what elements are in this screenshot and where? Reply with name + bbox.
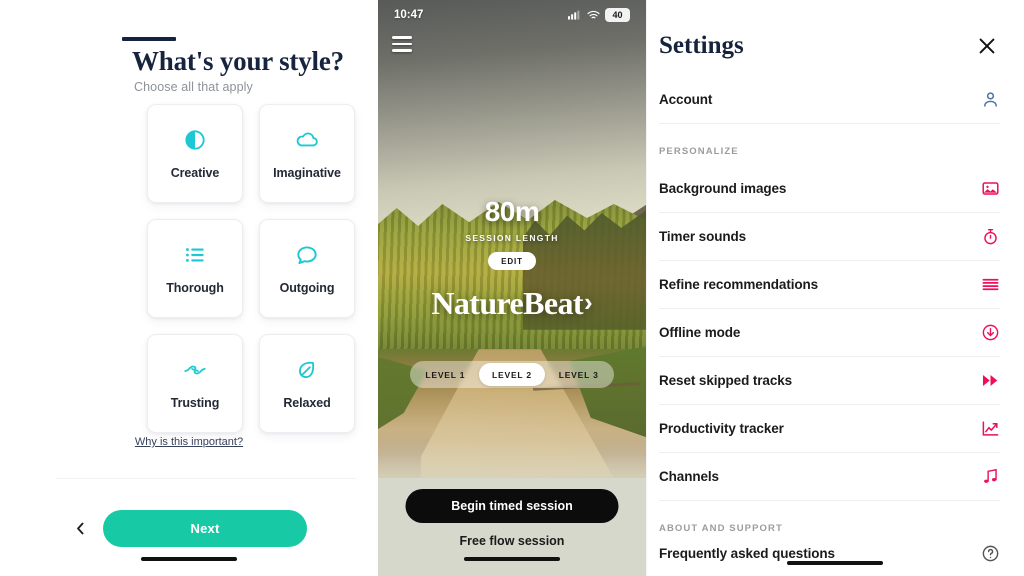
- style-option-label: Thorough: [166, 281, 224, 295]
- status-bar: 10:47 40: [378, 0, 646, 30]
- level-option-2[interactable]: LEVEL 2: [478, 363, 546, 386]
- status-indicators: 40: [568, 8, 630, 22]
- page-title: What's your style?: [132, 46, 344, 76]
- settings-item-refine-recommendations[interactable]: Refine recommendations: [659, 261, 1000, 309]
- style-option-outgoing[interactable]: Outgoing: [259, 219, 355, 318]
- chart-line-icon: [981, 419, 1000, 438]
- settings-title: Settings: [659, 32, 744, 59]
- download-circle-icon: [981, 323, 1000, 342]
- style-option-creative[interactable]: Creative: [147, 104, 243, 203]
- stopwatch-icon: [981, 227, 1000, 246]
- style-option-grid: Creative Imaginative Thorough Outgoing T…: [147, 104, 355, 433]
- level-option-1[interactable]: LEVEL 1: [412, 363, 479, 386]
- session-info: 80m SESSION LENGTH EDIT: [378, 198, 646, 270]
- session-length-label: SESSION LENGTH: [465, 233, 559, 243]
- accent-rule: [122, 37, 176, 41]
- style-option-label: Relaxed: [283, 396, 331, 410]
- hamburger-menu-icon[interactable]: [392, 36, 412, 52]
- chevron-right-icon: ›: [583, 287, 593, 317]
- style-selection-panel: What's your style? Choose all that apply…: [0, 0, 378, 576]
- level-option-3[interactable]: LEVEL 3: [545, 363, 612, 386]
- settings-item-label: Reset skipped tracks: [659, 373, 793, 388]
- app-screenshot: What's your style? Choose all that apply…: [0, 0, 1024, 576]
- level-selector[interactable]: LEVEL 1 LEVEL 2 LEVEL 3: [410, 361, 614, 388]
- photo-fade: [378, 442, 646, 478]
- fast-forward-icon: [981, 371, 1000, 390]
- settings-section-about-and-support: ABOUT AND SUPPORT: [659, 523, 783, 534]
- style-option-label: Imaginative: [273, 166, 341, 180]
- settings-item-reset-skipped-tracks[interactable]: Reset skipped tracks: [659, 357, 1000, 405]
- edit-session-button[interactable]: EDIT: [488, 252, 536, 270]
- settings-item-account[interactable]: Account: [659, 76, 1000, 124]
- chevron-left-icon[interactable]: [71, 518, 89, 540]
- style-option-thorough[interactable]: Thorough: [147, 219, 243, 318]
- contrast-circle-icon: [182, 127, 208, 153]
- person-icon: [981, 90, 1000, 109]
- home-indicator: [787, 561, 883, 565]
- settings-item-timer-sounds[interactable]: Timer sounds: [659, 213, 1000, 261]
- help-circle-icon: [981, 544, 1000, 563]
- settings-panel: Settings Account PERSONALIZE Background …: [646, 0, 1024, 576]
- brand-row[interactable]: NatureBeat ›: [378, 285, 646, 322]
- player-screen: 10:47 40 80m SESSION LENGTH EDIT NatureB…: [378, 0, 646, 576]
- style-option-label: Creative: [170, 166, 220, 180]
- handshake-icon: [182, 357, 208, 383]
- speech-bubble-icon: [294, 242, 320, 268]
- settings-item-label: Refine recommendations: [659, 277, 819, 292]
- settings-item-label: Account: [659, 92, 713, 107]
- settings-item-offline-mode[interactable]: Offline mode: [659, 309, 1000, 357]
- style-option-label: Outgoing: [279, 281, 335, 295]
- image-icon: [981, 179, 1000, 198]
- free-flow-session-button[interactable]: Free flow session: [378, 534, 646, 548]
- style-option-imaginative[interactable]: Imaginative: [259, 104, 355, 203]
- next-button[interactable]: Next: [103, 510, 307, 547]
- settings-item-productivity-tracker[interactable]: Productivity tracker: [659, 405, 1000, 453]
- why-important-link[interactable]: Why is this important?: [0, 436, 378, 448]
- close-icon[interactable]: [976, 35, 998, 57]
- settings-item-label: Channels: [659, 469, 719, 484]
- begin-timed-session-button[interactable]: Begin timed session: [405, 489, 619, 523]
- settings-item-channels[interactable]: Channels: [659, 453, 1000, 501]
- settings-item-label: Frequently asked questions: [659, 545, 835, 561]
- settings-header: Settings: [659, 0, 1000, 60]
- style-option-trusting[interactable]: Trusting: [147, 334, 243, 433]
- session-length-value: 80m: [484, 196, 540, 227]
- wifi-icon: [587, 10, 600, 20]
- settings-item-background-images[interactable]: Background images: [659, 165, 1000, 213]
- style-option-relaxed[interactable]: Relaxed: [259, 334, 355, 433]
- settings-item-label: Background images: [659, 181, 787, 196]
- style-option-label: Trusting: [170, 396, 220, 410]
- battery-indicator: 40: [605, 8, 630, 22]
- leaf-icon: [294, 357, 320, 383]
- page-subtitle: Choose all that apply: [134, 80, 253, 94]
- onboarding-footer: Next: [0, 510, 378, 547]
- cloud-icon: [294, 127, 320, 153]
- list-icon: [182, 242, 208, 268]
- settings-item-label: Productivity tracker: [659, 421, 784, 436]
- home-indicator: [464, 557, 560, 561]
- panel-divider: [646, 0, 647, 576]
- brand-title: NatureBeat: [431, 285, 583, 321]
- status-time: 10:47: [394, 9, 424, 21]
- settings-section-personalize: PERSONALIZE: [659, 146, 739, 157]
- home-indicator: [141, 557, 237, 561]
- settings-item-label: Offline mode: [659, 325, 741, 340]
- music-note-icon: [981, 467, 1000, 486]
- settings-item-label: Timer sounds: [659, 229, 747, 244]
- sliders-list-icon: [981, 275, 1000, 294]
- cellular-signal-icon: [568, 10, 582, 20]
- footer-divider: [56, 478, 356, 479]
